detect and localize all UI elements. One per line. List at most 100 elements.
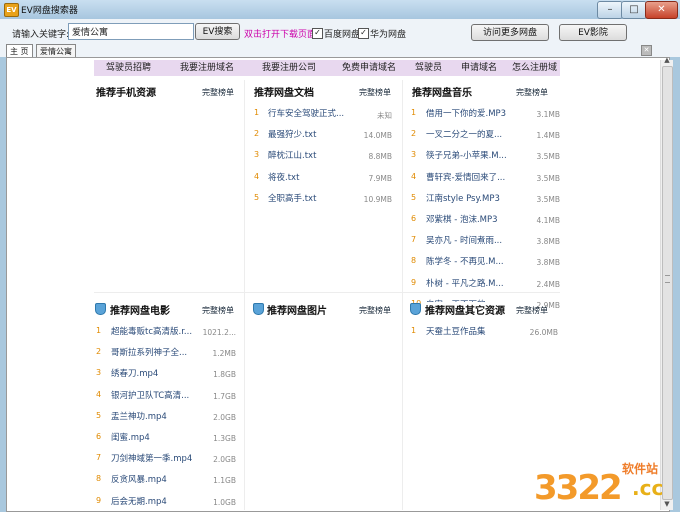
nav-link-3[interactable]: 我要注册公司 bbox=[262, 61, 316, 75]
rank-number: 3 bbox=[411, 150, 417, 159]
vertical-scrollbar[interactable]: ▲ ▼ bbox=[660, 56, 673, 510]
nav-link-6[interactable]: 申请域名 bbox=[461, 61, 497, 75]
file-size: 3.8MB bbox=[536, 237, 560, 246]
rank-number: 4 bbox=[96, 390, 102, 399]
rank-number: 1 bbox=[96, 326, 102, 335]
rank-number: 1 bbox=[411, 326, 417, 335]
column-divider bbox=[402, 80, 403, 510]
file-size: 1.8GB bbox=[213, 370, 236, 379]
rank-number: 5 bbox=[96, 411, 102, 420]
scroll-up-arrow-icon[interactable]: ▲ bbox=[661, 54, 673, 66]
file-size: 2.0GB bbox=[213, 413, 236, 422]
file-size: 4.1MB bbox=[536, 216, 560, 225]
section-title-music: 推荐网盘音乐 bbox=[412, 88, 472, 99]
rank-number: 3 bbox=[96, 368, 102, 377]
file-size: 1.1GB bbox=[213, 476, 236, 485]
full-rank-link[interactable]: 完整榜单 bbox=[359, 87, 391, 98]
file-size: 3.8MB bbox=[536, 258, 560, 267]
file-size: 2.0GB bbox=[213, 455, 236, 464]
full-rank-link[interactable]: 完整榜单 bbox=[516, 87, 548, 98]
file-name-link[interactable]: 哥斯拉系列神子全... bbox=[111, 346, 197, 358]
file-size: 26.0MB bbox=[529, 328, 558, 337]
file-name-link[interactable]: 借用一下你的爱.MP3 bbox=[426, 107, 514, 119]
file-name-link[interactable]: 银河护卫队TC高清... bbox=[111, 389, 197, 401]
shield-icon bbox=[95, 303, 106, 315]
window-title: EV网盘搜索器 bbox=[21, 6, 78, 16]
tab-home[interactable]: 主 页 bbox=[6, 44, 33, 58]
close-button[interactable]: ✕ bbox=[645, 1, 678, 19]
scroll-thumb[interactable] bbox=[662, 66, 673, 500]
file-name-link[interactable]: 吴亦凡 - 时间煮雨... bbox=[426, 234, 514, 246]
file-size: 1.7GB bbox=[213, 392, 236, 401]
content-pane bbox=[6, 57, 670, 512]
full-rank-link[interactable]: 完整榜单 bbox=[202, 87, 234, 98]
file-name-link[interactable]: 筷子兄弟-小苹果.M... bbox=[426, 149, 514, 161]
file-name-link[interactable]: 邓紫棋 - 泡沫.MP3 bbox=[426, 213, 514, 225]
file-size: 1021.2... bbox=[202, 328, 236, 337]
nav-link-4[interactable]: 免费申请域名 bbox=[342, 61, 396, 75]
huawei-checkbox[interactable]: ✓ bbox=[358, 28, 369, 39]
rank-number: 8 bbox=[411, 256, 417, 265]
file-size: 3.5MB bbox=[536, 152, 560, 161]
file-name-link[interactable]: 绣春刀.mp4 bbox=[111, 367, 197, 379]
file-name-link[interactable]: 一叉二分之一的夏... bbox=[426, 128, 514, 140]
rank-number: 1 bbox=[254, 108, 260, 117]
rank-number: 9 bbox=[411, 278, 417, 287]
file-size: 8.8MB bbox=[368, 152, 392, 161]
rank-number: 6 bbox=[411, 214, 417, 223]
section-title-docs: 推荐网盘文档 bbox=[254, 88, 314, 99]
file-name-link[interactable]: 闺蜜.mp4 bbox=[111, 431, 197, 443]
ev-cinema-button[interactable]: EV影院 bbox=[559, 24, 627, 41]
section-title-movies: 推荐网盘电影 bbox=[110, 306, 170, 317]
nav-link-7[interactable]: 怎么注册域 bbox=[512, 61, 557, 75]
rank-number: 9 bbox=[96, 496, 102, 505]
nav-link-1[interactable]: 驾驶员招聘 bbox=[106, 61, 151, 75]
more-netdisk-button[interactable]: 访问更多网盘 bbox=[471, 24, 549, 41]
file-name-link[interactable]: 天蚕土豆作品集 bbox=[426, 325, 514, 337]
minimize-button[interactable]: – bbox=[597, 1, 623, 19]
tab-search-result[interactable]: 爱情公寓 bbox=[36, 44, 76, 58]
file-size: 3.5MB bbox=[536, 174, 560, 183]
file-size: 1.3GB bbox=[213, 434, 236, 443]
nav-link-5[interactable]: 驾驶员 bbox=[415, 61, 442, 75]
baidu-checkbox-label: 百度网盘 bbox=[324, 30, 361, 40]
tab-row bbox=[0, 43, 680, 57]
file-size: 2.4MB bbox=[536, 280, 560, 289]
rank-number: 2 bbox=[411, 129, 417, 138]
file-name-link[interactable]: 反贪风暴.mp4 bbox=[111, 473, 197, 485]
nav-link-2[interactable]: 我要注册域名 bbox=[180, 61, 234, 75]
file-size: 1.4MB bbox=[536, 131, 560, 140]
file-name-link[interactable]: 朴树 - 平凡之路.M... bbox=[426, 277, 514, 289]
rank-number: 3 bbox=[254, 150, 260, 159]
file-name-link[interactable]: 盂兰神功.mp4 bbox=[111, 410, 197, 422]
file-name-link[interactable]: 将夜.txt bbox=[268, 171, 356, 183]
file-name-link[interactable]: 行车安全驾驶正式... bbox=[268, 107, 356, 119]
file-size: 3.5MB bbox=[536, 195, 560, 204]
close-tab-icon[interactable]: ✕ bbox=[641, 45, 652, 56]
maximize-button[interactable]: □ bbox=[621, 1, 647, 19]
file-name-link[interactable]: 后会无期.mp4 bbox=[111, 495, 197, 507]
row-divider bbox=[94, 292, 560, 293]
file-name-link[interactable]: 刀剑神域第一季.mp4 bbox=[111, 452, 197, 464]
file-name-link[interactable]: 曹轩宾-爱情回来了... bbox=[426, 171, 514, 183]
shield-icon bbox=[253, 303, 264, 315]
file-name-link[interactable]: 陈学冬 - 不再见.M... bbox=[426, 255, 514, 267]
double-click-hint: 双击打开下载页面 bbox=[244, 30, 317, 40]
file-name-link[interactable]: 江南style Psy.MP3 bbox=[426, 192, 514, 204]
search-button[interactable]: EV搜索 bbox=[195, 23, 240, 40]
file-name-link[interactable]: 超能毒贩tc高清版.r... bbox=[111, 325, 197, 337]
baidu-checkbox[interactable]: ✓ bbox=[312, 28, 323, 39]
keyword-label: 请输入关键字: bbox=[12, 30, 70, 40]
rank-number: 4 bbox=[411, 172, 417, 181]
file-size: 1.0GB bbox=[213, 498, 236, 507]
title-bar bbox=[0, 0, 680, 20]
full-rank-link[interactable]: 完整榜单 bbox=[359, 305, 391, 316]
rank-number: 1 bbox=[411, 108, 417, 117]
search-input[interactable] bbox=[68, 23, 194, 40]
file-name-link[interactable]: 醉枕江山.txt bbox=[268, 149, 356, 161]
file-name-link[interactable]: 全职高手.txt bbox=[268, 192, 356, 204]
watermark-site: 软件站 bbox=[622, 462, 659, 476]
file-name-link[interactable]: 最强狩少.txt bbox=[268, 128, 356, 140]
full-rank-link[interactable]: 完整榜单 bbox=[202, 305, 234, 316]
full-rank-link[interactable]: 完整榜单 bbox=[516, 305, 548, 316]
